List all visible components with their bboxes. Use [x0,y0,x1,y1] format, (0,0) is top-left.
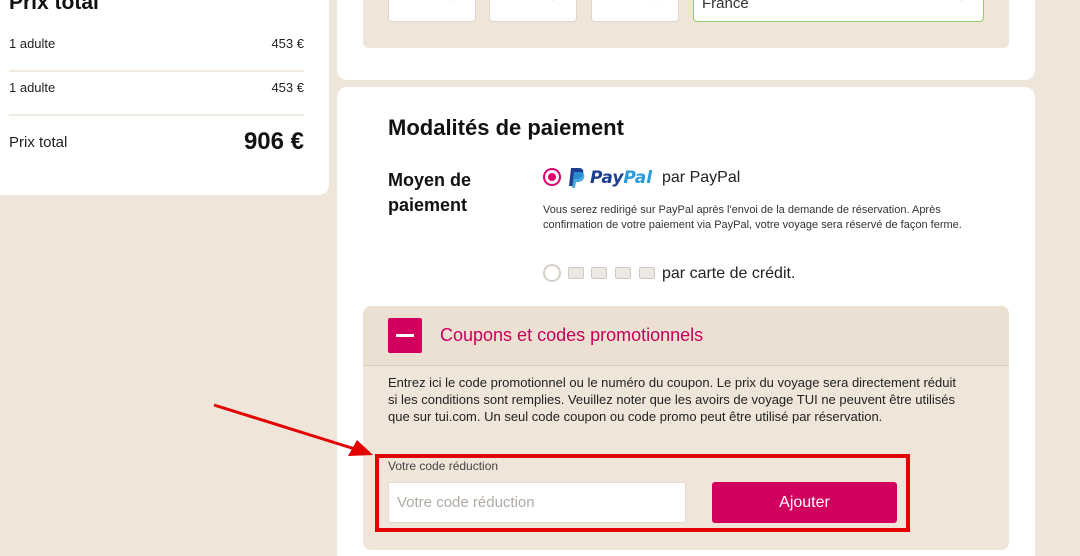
summary-row-price: 453 € [271,80,304,95]
summary-row-label: 1 adulte [9,36,56,51]
paypal-radio[interactable] [543,168,561,186]
divider [9,114,304,116]
country-select-value: France [702,0,749,12]
paypal-option-label[interactable]: par PayPal [662,169,740,187]
chevron-down-icon [553,0,555,1]
payment-method-label: Moyen de paiement [388,170,472,215]
total-label: Prix total [9,133,68,151]
credit-card-option-label[interactable]: par carte de crédit. [662,265,795,283]
paypal-wordmark: PayPal [590,168,653,188]
paypal-mark-icon [569,168,585,188]
chevron-down-icon [452,0,454,1]
credit-card-icon [639,267,655,279]
coupon-header[interactable]: Coupons et codes promotionnels [363,306,1009,366]
month-select[interactable] [489,0,577,22]
credit-card-icon [568,267,584,279]
address-fields-panel: France [363,0,1009,48]
payment-title: Modalités de paiement [388,115,624,140]
summary-row-price: 453 € [271,36,304,51]
red-arrow-icon [213,403,373,456]
summary-row: 1 adulte 453 € [9,36,304,51]
summary-row-label: 1 adulte [9,80,56,95]
summary-total-row: Prix total 906 € [9,128,304,156]
collapse-button[interactable] [388,318,422,353]
year-select[interactable] [591,0,679,22]
paypal-logo-icon: PayPal [567,166,652,190]
chevron-down-icon [960,0,962,1]
coupon-title[interactable]: Coupons et codes promotionnels [440,325,703,346]
coupon-description: Entrez ici le code promotionnel ou le nu… [388,375,956,424]
credit-card-icon [591,267,607,279]
address-card: France [337,0,1035,80]
minus-icon [396,334,414,337]
day-select[interactable] [388,0,476,22]
credit-card-icon [615,267,631,279]
summary-title: Prix total [9,0,99,14]
chevron-down-icon [655,0,657,1]
total-value: 906 € [243,128,304,155]
summary-row: 1 adulte 453 € [9,80,304,95]
credit-card-radio[interactable] [543,264,561,282]
price-summary-card: Prix total 1 adulte 453 € 1 adulte 453 €… [0,0,329,195]
paypal-note: Vous serez redirigé sur PayPal après l'e… [543,204,962,231]
divider [9,70,304,72]
country-select[interactable]: France [693,0,984,22]
annotation-highlight-box [375,454,910,532]
